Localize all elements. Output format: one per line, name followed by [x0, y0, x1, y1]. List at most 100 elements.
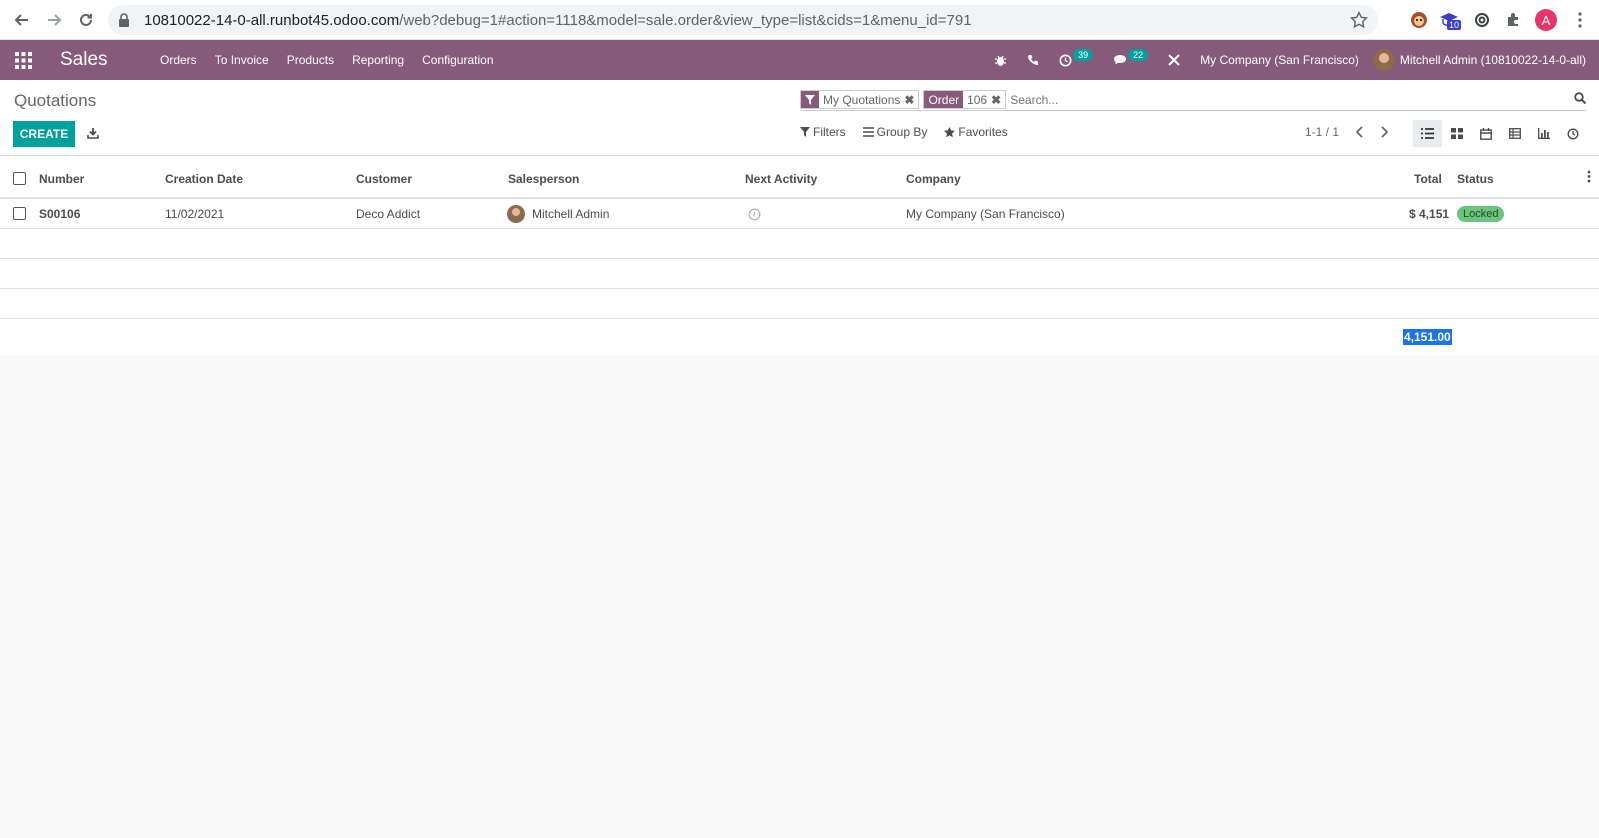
list-view-icon[interactable]	[1413, 120, 1442, 147]
arrow-right-icon	[48, 13, 62, 26]
cell-creation-date: 11/02/2021	[165, 207, 225, 221]
sync-extension-icon[interactable]	[1470, 8, 1494, 32]
lock-icon	[118, 13, 138, 27]
profile-avatar[interactable]: A	[1535, 9, 1557, 31]
cell-salesperson: Mitchell Admin	[532, 207, 610, 221]
activity-view-icon[interactable]	[1558, 120, 1587, 147]
arrow-left-icon	[14, 13, 28, 26]
forward-button[interactable]	[38, 4, 70, 36]
facet-remove-icon[interactable]: ✖	[904, 91, 919, 108]
facet-remove-icon[interactable]: ✖	[991, 91, 1006, 108]
search-bar: My Quotations ✖ Order 106 ✖	[800, 89, 1587, 111]
calendar-view-icon[interactable]	[1471, 120, 1500, 147]
puzzle-extensions-icon[interactable]	[1501, 8, 1525, 32]
activity-clock-icon[interactable]	[748, 208, 761, 224]
url-text: 10810022-14-0-all.runbot45.odoo.com/web?…	[144, 11, 972, 29]
user-avatar	[1372, 49, 1395, 71]
back-button[interactable]	[6, 4, 38, 36]
graph-view-icon[interactable]	[1529, 120, 1558, 147]
column-total[interactable]: Total	[1414, 172, 1442, 186]
pager-next-icon[interactable]	[1380, 126, 1389, 141]
reload-icon	[80, 13, 92, 26]
column-salesperson[interactable]: Salesperson	[508, 172, 579, 186]
column-number[interactable]: Number	[39, 172, 84, 186]
messages-chat-icon[interactable]: 22	[1113, 49, 1149, 66]
company-switcher[interactable]: My Company (San Francisco)	[1200, 53, 1359, 67]
group-by-label: Group By	[876, 125, 928, 139]
graduation-extension-icon[interactable]: 10	[1437, 8, 1462, 32]
select-all-checkbox[interactable]	[13, 172, 26, 185]
filters-label: Filters	[813, 125, 846, 139]
filter-funnel-icon	[801, 91, 819, 108]
activity-clock-icon[interactable]: 39	[1059, 49, 1094, 67]
favorites-label: Favorites	[958, 125, 1008, 139]
pager-value[interactable]: 1-1 / 1	[1305, 125, 1339, 139]
menu-to-invoice[interactable]: To Invoice	[215, 53, 269, 67]
browser-toolbar: 10810022-14-0-all.runbot45.odoo.com/web?…	[0, 0, 1599, 40]
column-company[interactable]: Company	[906, 172, 961, 186]
empty-row	[0, 229, 1599, 259]
menu-products[interactable]: Products	[287, 53, 334, 67]
main-navbar: Sales Orders To Invoice Products Reporti…	[0, 40, 1599, 80]
breadcrumb: Quotations	[14, 91, 97, 110]
column-next-activity[interactable]: Next Activity	[745, 172, 817, 186]
pivot-view-icon[interactable]	[1500, 120, 1529, 147]
quotations-list: Number Creation Date Customer Salesperso…	[0, 157, 1599, 355]
debug-bug-icon[interactable]	[994, 54, 1007, 67]
column-status[interactable]: Status	[1457, 172, 1494, 186]
status-badge: Locked	[1457, 206, 1505, 222]
download-icon[interactable]	[84, 124, 102, 142]
facet-my-quotations[interactable]: My Quotations ✖	[800, 90, 920, 109]
optional-columns-icon[interactable]	[1587, 170, 1591, 186]
facet-order[interactable]: Order 106 ✖	[923, 90, 1007, 109]
control-panel: Quotations CREATE My Quotations ✖ Order …	[0, 80, 1599, 156]
message-count-badge: 22	[1128, 49, 1149, 61]
favorites-button[interactable]: Favorites	[944, 125, 1008, 139]
facet-value: 106	[963, 91, 992, 108]
menu-configuration[interactable]: Configuration	[422, 53, 493, 67]
menu-reporting[interactable]: Reporting	[352, 53, 404, 67]
column-creation-date[interactable]: Creation Date	[165, 172, 243, 186]
cell-customer: Deco Addict	[356, 207, 421, 221]
facet-value: My Quotations	[819, 91, 905, 108]
filters-button[interactable]: Filters	[800, 125, 846, 139]
view-switcher	[1413, 120, 1587, 147]
app-brand[interactable]: Sales	[60, 49, 160, 71]
extension-badge: 10	[1447, 20, 1462, 30]
search-icon[interactable]	[1574, 92, 1587, 107]
search-input[interactable]	[1010, 92, 1586, 107]
activity-count-badge: 39	[1073, 49, 1094, 61]
salesperson-avatar	[507, 205, 525, 223]
table-footer: 4,151.00	[0, 319, 1599, 355]
monkey-extension-icon[interactable]	[1407, 8, 1431, 32]
user-name: Mitchell Admin (10810022-14-0-all)	[1399, 53, 1586, 67]
tools-close-icon[interactable]	[1168, 54, 1180, 66]
facet-label: Order	[924, 91, 964, 108]
user-menu[interactable]: Mitchell Admin (10810022-14-0-all)	[1372, 49, 1586, 71]
kebab-menu-icon[interactable]	[1568, 8, 1592, 32]
filter-icon	[800, 127, 810, 137]
menu-orders[interactable]: Orders	[160, 53, 197, 67]
bookmark-star-icon[interactable]	[1349, 10, 1369, 32]
table-header: Number Creation Date Customer Salesperso…	[0, 157, 1599, 199]
cell-total: $ 4,151	[1409, 207, 1450, 221]
cell-company: My Company (San Francisco)	[906, 207, 1065, 221]
pager-previous-icon[interactable]	[1355, 126, 1364, 141]
address-bar[interactable]: 10810022-14-0-all.runbot45.odoo.com/web?…	[108, 5, 1378, 35]
empty-row	[0, 259, 1599, 289]
create-button[interactable]: CREATE	[13, 121, 75, 147]
apps-grid-icon[interactable]	[0, 40, 46, 80]
cell-number: S00106	[39, 207, 81, 221]
phone-icon[interactable]	[1027, 54, 1039, 66]
star-icon	[944, 126, 956, 137]
kanban-view-icon[interactable]	[1442, 120, 1471, 147]
sum-total: 4,151.00	[1403, 329, 1452, 345]
bars-icon	[862, 127, 874, 137]
reload-button[interactable]	[70, 4, 102, 36]
empty-row	[0, 289, 1599, 319]
column-customer[interactable]: Customer	[356, 172, 412, 186]
group-by-button[interactable]: Group By	[862, 125, 928, 139]
row-checkbox[interactable]	[13, 207, 26, 220]
navbar-systray: 39 22 My Company (San Francisco) Mitchel…	[984, 40, 1599, 80]
table-row[interactable]: S00106 11/02/2021 Deco Addict Mitchell A…	[0, 199, 1599, 229]
